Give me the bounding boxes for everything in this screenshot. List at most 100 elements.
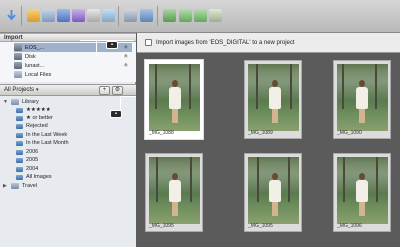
thumbnail[interactable]: _MG_1096 [333, 153, 391, 232]
new-album-icon[interactable] [57, 9, 70, 22]
tree-item-label: Rejected [26, 123, 48, 129]
eject-icon[interactable]: ≙ [124, 63, 128, 69]
new-book-icon[interactable] [87, 9, 100, 22]
folder-icon [11, 99, 19, 105]
thumbnail[interactable]: _MG_1088 [145, 60, 203, 139]
import-source-local-files[interactable]: Local Files [14, 70, 132, 79]
thumbnail-label: _MG_1095 [149, 223, 174, 229]
projects-bar: All Projects ▾ + ⚙ [0, 84, 136, 96]
tree-item-label: In the Last Week [26, 132, 68, 138]
toolbar [0, 0, 400, 33]
tree-item-album[interactable]: Rejected [16, 122, 48, 130]
import-source-lunast[interactable]: lunast... ≙ [14, 61, 132, 70]
smart-album-icon [16, 166, 23, 172]
new-webpage-icon[interactable] [102, 9, 115, 22]
import-source-label: Disk [25, 53, 36, 60]
toolbar-separator [157, 6, 158, 26]
eject-icon[interactable]: ≙ [124, 45, 128, 51]
smart-album-icon [16, 157, 23, 163]
tree-item-label: All Images [26, 174, 52, 180]
import-arrow-icon[interactable] [5, 9, 18, 22]
camera-icon [14, 44, 22, 51]
tree-item-album[interactable]: All Images [16, 173, 52, 181]
tree-item-album[interactable]: ★★★★★ [16, 106, 51, 114]
import-source-label: EOS_... [25, 44, 45, 51]
thumbnail-label: _MG_1095 [248, 223, 273, 229]
smart-album-icon [16, 115, 23, 121]
new-smart-album-icon[interactable] [72, 9, 85, 22]
disclosure-closed-icon[interactable]: ▶ [3, 183, 8, 189]
import-to-new-project-checkbox[interactable] [145, 39, 152, 46]
rotate-left-icon[interactable] [179, 9, 192, 22]
disk-icon [14, 53, 22, 60]
tree-item-label: ★ or better [26, 115, 53, 121]
sidebar: Import EOS_... ≙ Disk ≙ lunast... ≙ Loca… [0, 33, 136, 247]
local-files-icon [14, 71, 22, 78]
tree-item-album[interactable]: In the Last Week [16, 131, 67, 139]
tree-item-label: 2006 [26, 149, 39, 155]
import-source-label: lunast... [25, 62, 45, 69]
photo-thumbnail-image [337, 64, 388, 131]
thumbnail-label: _MG_1089 [248, 130, 273, 136]
tree-item-travel[interactable]: ▶ Travel [3, 182, 37, 190]
thumbnail[interactable]: _MG_1090 [333, 60, 391, 139]
new-folder-icon[interactable] [27, 9, 40, 22]
smart-album-icon [16, 140, 23, 146]
disclosure-open-icon[interactable]: ▼ [3, 99, 8, 105]
new-project-icon[interactable] [42, 9, 55, 22]
toolbar-separator [21, 6, 22, 26]
import-options-bar: Import images from 'EOS_DIGITAL' to a ne… [137, 33, 400, 53]
import-to-new-project-label: Import images from 'EOS_DIGITAL' to a ne… [156, 39, 295, 46]
photo-thumbnail-image [248, 157, 299, 224]
photo-thumbnail-image [149, 157, 200, 224]
tree-item-label: Travel [22, 183, 38, 189]
thumbnail[interactable]: _MG_1095 [244, 153, 302, 232]
thumbnail-label: _MG_1096 [337, 223, 362, 229]
tree-item-album[interactable]: 2005 [16, 156, 38, 164]
adjust-icon[interactable] [209, 9, 222, 22]
vault-icon[interactable] [124, 9, 137, 22]
smart-album-icon [16, 149, 23, 155]
smart-album-icon [16, 107, 23, 113]
callout-marker-a: ▪ [106, 41, 118, 49]
toolbar-separator [118, 6, 119, 26]
thumbnail-label: _MG_1090 [337, 130, 362, 136]
photo-thumbnail-image [337, 157, 388, 224]
callout-marker-b: ▪ [110, 110, 122, 118]
main-content: Import images from 'EOS_DIGITAL' to a ne… [137, 33, 400, 247]
add-project-button[interactable]: + [99, 86, 110, 95]
email-icon[interactable] [140, 9, 153, 22]
tree-item-album[interactable]: 2004 [16, 165, 38, 173]
smart-album-icon [16, 132, 23, 138]
callout-line [120, 96, 136, 97]
thumbnail-label: _MG_1088 [149, 130, 174, 136]
smart-album-icon [16, 123, 23, 129]
tree-item-label: Library [22, 99, 39, 105]
callout-line [96, 40, 97, 56]
smart-album-icon [16, 174, 23, 180]
tree-item-label: In the Last Month [26, 140, 69, 146]
projects-selector-label: All Projects [4, 87, 35, 93]
projects-selector[interactable]: All Projects ▾ [4, 87, 39, 93]
tree-item-label: 2005 [26, 157, 39, 163]
import-source-label: Local Files [25, 71, 52, 78]
disk-icon [14, 62, 22, 69]
photo-thumbnail-image [149, 64, 200, 131]
project-tree: ▼ Library ★★★★★ ★ or better Rejected In … [0, 96, 136, 247]
tree-item-label: ★★★★★ [26, 107, 51, 113]
tree-item-album[interactable]: In the Last Month [16, 139, 69, 147]
tree-item-library[interactable]: ▼ Library [3, 98, 39, 106]
chevron-down-icon: ▾ [36, 87, 39, 93]
eject-icon[interactable]: ≙ [124, 54, 128, 60]
action-menu-button[interactable]: ⚙ [112, 86, 123, 95]
import-source-disk[interactable]: Disk ≙ [14, 52, 132, 61]
tree-item-album[interactable]: 2006 [16, 148, 38, 156]
rotate-right-icon[interactable] [194, 9, 207, 22]
tree-item-label: 2004 [26, 166, 39, 172]
thumbnail[interactable]: _MG_1095 [145, 153, 203, 232]
folder-icon [11, 183, 19, 189]
photo-thumbnail-image [248, 64, 299, 131]
tree-item-album[interactable]: ★ or better [16, 114, 53, 122]
thumbnail[interactable]: _MG_1089 [244, 60, 302, 139]
print-icon[interactable] [163, 9, 176, 22]
